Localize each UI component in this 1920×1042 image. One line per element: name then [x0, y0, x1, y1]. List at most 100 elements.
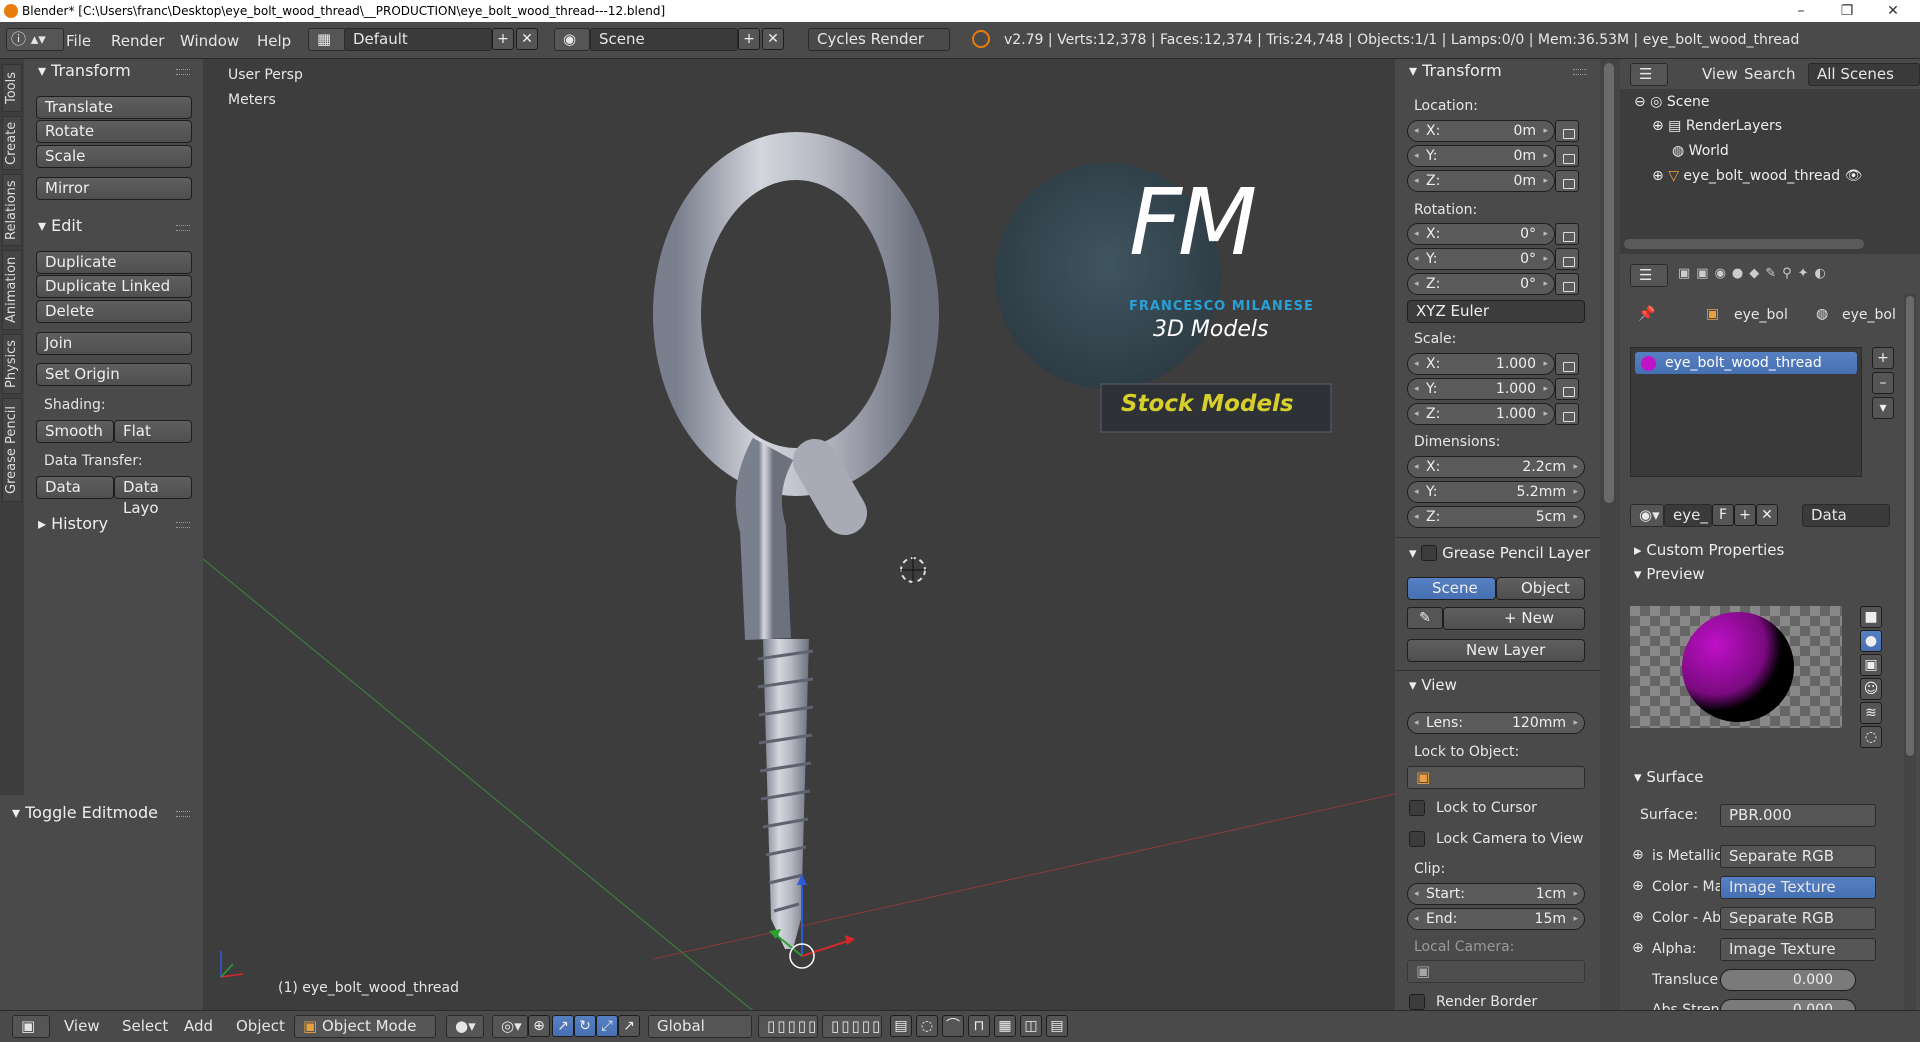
- transform-orientation-select[interactable]: Global: [648, 1015, 752, 1038]
- layers-grid[interactable]: ▯▯▯▯▯: [822, 1015, 882, 1038]
- editor-type-outliner-icon[interactable]: ☰: [1630, 63, 1668, 86]
- dimension-z-field[interactable]: ◂ Z: 5cm ▸: [1407, 506, 1585, 528]
- tab-animation[interactable]: Animation: [2, 250, 22, 330]
- color-ma-input[interactable]: Image Texture: [1720, 876, 1876, 899]
- preview-flat-icon[interactable]: ■: [1860, 606, 1882, 628]
- data-layout-button[interactable]: Data Layo: [114, 476, 192, 517]
- menu-help[interactable]: Help: [257, 32, 291, 50]
- dimension-y-field[interactable]: ◂ Y: 5.2mm ▸: [1407, 481, 1585, 503]
- location-x-field[interactable]: ◂ X: 0m ▸: [1407, 120, 1555, 142]
- tab-tools[interactable]: Tools: [2, 64, 22, 112]
- link-data-select[interactable]: Data: [1802, 504, 1890, 527]
- lock-icon[interactable]: [1555, 353, 1579, 375]
- lock-camera-checkbox[interactable]: [1409, 831, 1425, 847]
- mode-select[interactable]: ▣ Object Mode: [294, 1015, 436, 1038]
- new-layer-button[interactable]: New Layer: [1407, 639, 1585, 662]
- tab-grease-pencil[interactable]: Grease Pencil: [2, 398, 22, 502]
- toggle-editmode-header[interactable]: ▾ Toggle Editmode: [12, 803, 158, 822]
- scale-button[interactable]: Scale: [36, 145, 192, 168]
- minimize-button[interactable]: –: [1778, 0, 1824, 22]
- smooth-button[interactable]: Smooth: [36, 420, 114, 443]
- drag-grip-icon[interactable]: [1573, 69, 1587, 75]
- fake-user-button[interactable]: F: [1712, 504, 1734, 526]
- tab-relations[interactable]: Relations: [2, 174, 22, 246]
- material-slot-item[interactable]: eye_bolt_wood_thread: [1635, 352, 1857, 374]
- outliner-menu-search[interactable]: Search: [1744, 65, 1796, 83]
- edit-header[interactable]: ▾ Edit: [38, 216, 82, 235]
- scale-z-field[interactable]: ◂ Z: 1.000 ▸: [1407, 403, 1555, 425]
- outliner-item-world[interactable]: ◍ World: [1672, 143, 1729, 159]
- render-border-checkbox[interactable]: [1409, 994, 1425, 1010]
- scene-select[interactable]: Scene: [590, 28, 738, 51]
- scene-add-icon[interactable]: +: [738, 28, 760, 50]
- view-header[interactable]: ▾ View: [1409, 676, 1457, 694]
- falloff-icon[interactable]: ⌒: [942, 1015, 964, 1037]
- manipulator-icon[interactable]: ⊕: [528, 1015, 550, 1037]
- editor-type-info-icon[interactable]: ⓘ ▴▾: [6, 28, 64, 51]
- lock-icon[interactable]: [1555, 248, 1579, 270]
- translate-manipulator-icon[interactable]: ↗: [552, 1015, 574, 1037]
- layout-grid-icon[interactable]: ▦: [308, 28, 346, 51]
- editor-type-3dview-icon[interactable]: ▣: [12, 1015, 50, 1038]
- menu-add[interactable]: Add: [184, 1017, 213, 1035]
- lock-icon[interactable]: [1555, 170, 1579, 192]
- expand-icon[interactable]: ⊕: [1632, 940, 1644, 956]
- layer-lock-icon[interactable]: ▤: [890, 1015, 912, 1037]
- unlink-material-icon[interactable]: ✕: [1756, 504, 1778, 526]
- mirror-button[interactable]: Mirror: [36, 177, 192, 200]
- maximize-button[interactable]: ❐: [1824, 0, 1870, 22]
- preview-cube-icon[interactable]: ▣: [1860, 654, 1882, 676]
- preview-sky-icon[interactable]: ◌: [1860, 726, 1882, 748]
- close-button[interactable]: ✕: [1870, 0, 1916, 22]
- join-button[interactable]: Join: [36, 332, 192, 355]
- drag-grip-icon[interactable]: [176, 69, 190, 75]
- viewport-shading-icon[interactable]: ●▾: [446, 1015, 484, 1038]
- rotation-x-field[interactable]: ◂ X: 0° ▸: [1407, 223, 1555, 245]
- object-toggle-button[interactable]: Object: [1496, 577, 1585, 600]
- scene-toggle-button[interactable]: Scene: [1407, 577, 1496, 600]
- breadcrumb-object[interactable]: eye_bol: [1734, 307, 1788, 323]
- scale-manipulator-icon[interactable]: ⤢: [596, 1015, 618, 1037]
- expand-icon[interactable]: ⊕: [1632, 878, 1644, 894]
- render-engine-select[interactable]: Cycles Render: [808, 28, 950, 51]
- display-mode-select[interactable]: All Scenes: [1808, 63, 1920, 86]
- rotation-z-field[interactable]: ◂ Z: 0° ▸: [1407, 273, 1555, 295]
- npanel-transform-header[interactable]: ▾ Transform: [1409, 61, 1502, 80]
- material-name-field[interactable]: eye_: [1664, 504, 1712, 527]
- rotate-button[interactable]: Rotate: [36, 120, 192, 143]
- lock-icon[interactable]: [1555, 223, 1579, 245]
- property-context-tabs[interactable]: ▣▣◉●◆✎⚲✦◐: [1678, 266, 1914, 288]
- lock-icon[interactable]: [1555, 403, 1579, 425]
- snap-element-icon[interactable]: ▦: [994, 1015, 1016, 1037]
- set-origin-dropdown[interactable]: Set Origin: [36, 363, 192, 386]
- flat-button[interactable]: Flat: [114, 420, 192, 443]
- pin-icon[interactable]: 📌: [1638, 306, 1655, 322]
- expand-icon[interactable]: ⊕: [1632, 847, 1644, 863]
- local-camera-field[interactable]: ▣: [1407, 960, 1585, 983]
- clip-end-field[interactable]: ◂ End: 15m ▸: [1407, 908, 1585, 930]
- translate-button[interactable]: Translate: [36, 96, 192, 119]
- scale-x-field[interactable]: ◂ X: 1.000 ▸: [1407, 353, 1555, 375]
- location-y-field[interactable]: ◂ Y: 0m ▸: [1407, 145, 1555, 167]
- rotation-y-field[interactable]: ◂ Y: 0° ▸: [1407, 248, 1555, 270]
- outliner-scrollbar[interactable]: [1624, 239, 1864, 249]
- lock-icon[interactable]: [1555, 120, 1579, 142]
- clip-start-field[interactable]: ◂ Start: 1cm ▸: [1407, 883, 1585, 905]
- scene-icon[interactable]: ◉: [554, 28, 590, 51]
- drag-grip-icon[interactable]: [176, 522, 190, 528]
- surface-shader-select[interactable]: PBR.000: [1720, 804, 1876, 827]
- preview-monkey-icon[interactable]: ☺: [1860, 678, 1882, 700]
- browse-material-icon[interactable]: ◉▾: [1630, 504, 1664, 527]
- dimension-x-field[interactable]: ◂ X: 2.2cm ▸: [1407, 456, 1585, 478]
- rotate-manipulator-icon[interactable]: ↻: [574, 1015, 596, 1037]
- slot-menu-icon[interactable]: ▾: [1872, 397, 1894, 419]
- is-metallic-input[interactable]: Separate RGB: [1720, 845, 1876, 868]
- lens-field[interactable]: ◂ Lens: 120mm ▸: [1407, 712, 1585, 734]
- properties-scrollbar[interactable]: [1904, 294, 1916, 1034]
- remove-slot-icon[interactable]: –: [1872, 372, 1894, 394]
- lock-object-field[interactable]: ▣: [1407, 766, 1585, 789]
- data-button[interactable]: Data: [36, 476, 114, 499]
- new-material-icon[interactable]: +: [1734, 504, 1756, 526]
- translucent-slider[interactable]: 0.000: [1720, 969, 1856, 991]
- transform-header[interactable]: ▾ Transform: [38, 61, 131, 80]
